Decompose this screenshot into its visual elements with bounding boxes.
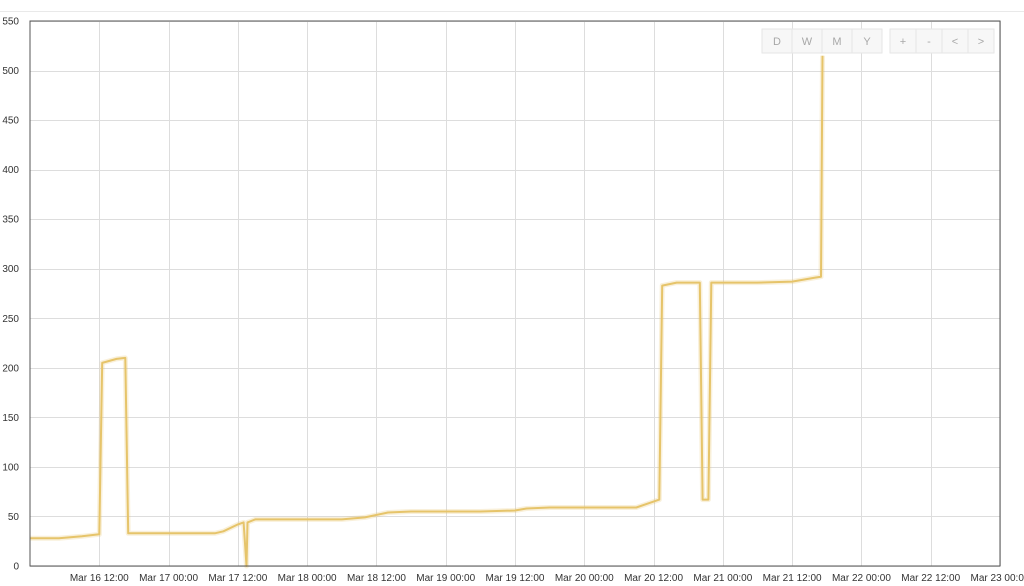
- x-tick-label: Mar 22 12:00: [901, 573, 960, 584]
- y-tick-label: 400: [2, 165, 19, 176]
- zoom-in-label: +: [900, 36, 906, 48]
- x-axis: Mar 16 12:00 Mar 17 00:00 Mar 17 12:00 Mar …: [70, 573, 1024, 584]
- line-chart: 0 50 100 150 200 250 300 350 400 450 500 550 Mar 16…: [2, 17, 1024, 585]
- x-tick-label: Mar 17 00:00: [139, 573, 198, 584]
- x-tick-label: Mar 23 00:00: [971, 573, 1024, 584]
- range-button-year-label: Y: [863, 36, 871, 48]
- y-tick-label: 300: [2, 264, 19, 275]
- zoom-button-group: + - < >: [889, 28, 995, 54]
- y-tick-label: 350: [2, 215, 19, 226]
- range-button-week-label: W: [802, 36, 813, 48]
- y-tick-label: 500: [2, 66, 19, 77]
- y-tick-label: 100: [2, 462, 19, 473]
- y-tick-label: 250: [2, 314, 19, 325]
- x-tick-label: Mar 20 00:00: [555, 573, 614, 584]
- y-tick-label: 450: [2, 116, 19, 127]
- x-tick-label: Mar 20 12:00: [624, 573, 683, 584]
- x-tick-label: Mar 19 12:00: [486, 573, 545, 584]
- x-tick-label: Mar 21 00:00: [693, 573, 752, 584]
- pan-left-label: <: [952, 36, 958, 48]
- x-tick-label: Mar 19 00:00: [416, 573, 475, 584]
- x-tick-label: Mar 21 12:00: [763, 573, 822, 584]
- range-button-group: D W M Y: [761, 28, 883, 54]
- x-tick-label: Mar 17 12:00: [208, 573, 267, 584]
- y-tick-label: 150: [2, 413, 19, 424]
- range-button-month-label: M: [832, 36, 841, 48]
- y-tick-label: 50: [8, 512, 20, 523]
- y-tick-label: 550: [2, 17, 19, 28]
- x-tick-label: Mar 18 12:00: [347, 573, 406, 584]
- x-tick-label: Mar 22 00:00: [832, 573, 891, 584]
- x-tick-label: Mar 16 12:00: [70, 573, 129, 584]
- pan-right-label: >: [978, 36, 984, 48]
- y-tick-label: 200: [2, 363, 19, 374]
- y-tick-label: 0: [13, 562, 19, 573]
- zoom-out-label: -: [927, 36, 931, 48]
- x-tick-label: Mar 18 00:00: [278, 573, 337, 584]
- chart-controls: D W M Y + - < >: [761, 28, 995, 54]
- y-axis: 0 50 100 150 200 250 300 350 400 450 500 550: [2, 17, 19, 573]
- range-button-day-label: D: [773, 36, 781, 48]
